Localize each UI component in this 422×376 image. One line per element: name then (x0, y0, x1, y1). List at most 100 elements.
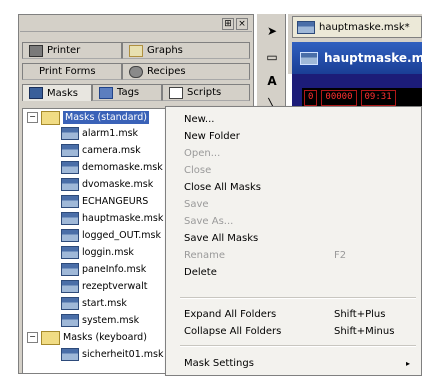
tab-label: Printer (47, 45, 81, 56)
menu-item-label: Close (184, 165, 212, 176)
menu-item-new-folder[interactable]: New Folder (184, 128, 420, 145)
context-menu: New... New Folder Open... Close Close Al… (165, 106, 422, 376)
script-icon (169, 86, 183, 99)
menu-item-label: Save As... (184, 216, 234, 227)
mask-file-icon (61, 246, 79, 259)
tab-recipes[interactable]: Recipes (122, 63, 250, 80)
menu-item-label: Rename (184, 250, 226, 261)
menu-item-collapse-all[interactable]: Collapse All Folders Shift+Minus (184, 323, 420, 340)
led-field: 0 (304, 90, 318, 106)
file-label: sicherheit01.msk (82, 349, 164, 360)
printer-icon (29, 44, 43, 57)
tab-print-forms[interactable]: Print Forms (22, 63, 122, 80)
tree-item[interactable]: start.msk (61, 297, 127, 310)
menu-item-label: Save All Masks (184, 233, 259, 244)
tab-scripts[interactable]: Scripts (162, 84, 250, 101)
menu-item-label: Expand All Folders (184, 309, 277, 320)
menu-item-mask-settings[interactable]: Mask Settings ▸ (184, 355, 420, 372)
tab-tags[interactable]: Tags (92, 84, 162, 101)
mask-file-icon (297, 20, 315, 34)
tree-item[interactable]: system.msk (61, 314, 139, 327)
mask-file-icon (61, 280, 79, 293)
text-icon[interactable]: A (262, 72, 282, 90)
tree-item[interactable]: alarm1.msk (61, 127, 138, 140)
collapse-icon[interactable]: − (27, 112, 38, 123)
tree-item[interactable]: ECHANGEURS (61, 195, 148, 208)
file-label: ECHANGEURS (82, 196, 149, 207)
file-label: hauptmaske.msk (82, 213, 164, 224)
mask-file-icon (61, 263, 79, 276)
menu-item-shortcut: Shift+Plus (334, 309, 386, 320)
folder-icon (41, 330, 60, 345)
tab-label: Tags (117, 87, 140, 98)
folder-label: Masks (keyboard) (63, 332, 147, 343)
menu-item-save-all[interactable]: Save All Masks (184, 230, 420, 247)
tree-item[interactable]: hauptmaske.msk (61, 212, 163, 225)
file-label: demomaske.msk (82, 162, 163, 173)
tag-icon (99, 86, 113, 99)
close-pane-button[interactable]: × (236, 18, 248, 30)
mask-icon (29, 87, 43, 99)
menu-item-label: Delete (184, 267, 217, 278)
graph-icon (129, 44, 143, 57)
menu-item-close-all[interactable]: Close All Masks (184, 179, 420, 196)
mask-file-icon (61, 229, 79, 242)
collapse-icon[interactable]: − (27, 332, 38, 343)
tab-masks[interactable]: Masks (22, 84, 92, 101)
file-label: camera.msk (82, 145, 141, 156)
pin-pane-button[interactable]: ⊞ (222, 18, 234, 30)
menu-item-label: Collapse All Folders (184, 326, 282, 337)
tab-label: Masks (47, 87, 78, 99)
menu-item-delete[interactable]: Delete (184, 264, 420, 281)
menu-item-label: Close All Masks (184, 182, 261, 193)
menu-item-label: Save (184, 199, 209, 210)
menu-item-save[interactable]: Save (184, 196, 420, 213)
menu-separator (180, 297, 416, 299)
tree-item[interactable]: sicherheit01.msk (61, 348, 163, 361)
tree-item[interactable]: logged_OUT.msk (61, 229, 161, 242)
tab-printer[interactable]: Printer (22, 42, 122, 59)
mask-file-icon (61, 144, 79, 157)
editor-tab[interactable]: hauptmaske.msk* (292, 16, 422, 38)
tree-item[interactable]: camera.msk (61, 144, 141, 157)
file-label: logged_OUT.msk (82, 230, 161, 241)
mask-file-icon (61, 127, 79, 140)
file-label: dvomaske.msk (82, 179, 154, 190)
menu-item-new[interactable]: New... (184, 111, 420, 128)
menu-item-label: Open... (184, 148, 221, 159)
tree-item[interactable]: demomaske.msk (61, 161, 163, 174)
recipe-icon (129, 65, 143, 78)
tab-graphs[interactable]: Graphs (122, 42, 250, 59)
menu-item-shortcut: Shift+Minus (334, 326, 395, 337)
tree-item[interactable]: paneInfo.msk (61, 263, 146, 276)
file-label: system.msk (82, 315, 140, 326)
mask-file-icon (61, 212, 79, 225)
mask-file-icon (61, 195, 79, 208)
tree-item[interactable]: loggin.msk (61, 246, 134, 259)
led-field: 09:31 (360, 90, 396, 106)
pane-header (20, 16, 252, 32)
menu-item-label: New Folder (184, 131, 240, 142)
editor-title: hauptmaske.msk (324, 51, 422, 65)
file-label: paneInfo.msk (82, 264, 147, 275)
mask-file-icon (61, 348, 79, 361)
menu-item-expand-all[interactable]: Expand All Folders Shift+Plus (184, 306, 420, 323)
rectangle-icon[interactable]: ▭ (262, 48, 282, 66)
tree-folder-keyboard[interactable]: − Masks (keyboard) (27, 330, 147, 345)
tab-label: Scripts (187, 87, 222, 98)
mask-file-icon (61, 297, 79, 310)
menu-item-open[interactable]: Open... (184, 145, 420, 162)
pointer-icon[interactable]: ➤ (262, 22, 282, 40)
menu-item-rename[interactable]: Rename F2 (184, 247, 420, 264)
folder-label: Masks (standard) (63, 111, 149, 124)
editor-titlebar: hauptmaske.msk (292, 42, 422, 74)
tree-item[interactable]: dvomaske.msk (61, 178, 153, 191)
menu-item-shortcut: F2 (334, 250, 347, 261)
menu-item-label: New... (184, 114, 215, 125)
menu-item-close[interactable]: Close (184, 162, 420, 179)
tree-folder-standard[interactable]: − Masks (standard) (27, 110, 149, 125)
submenu-arrow-icon: ▸ (405, 359, 410, 368)
menu-item-save-as[interactable]: Save As... (184, 213, 420, 230)
file-label: start.msk (82, 298, 127, 309)
tree-item[interactable]: rezeptverwalt (61, 280, 147, 293)
